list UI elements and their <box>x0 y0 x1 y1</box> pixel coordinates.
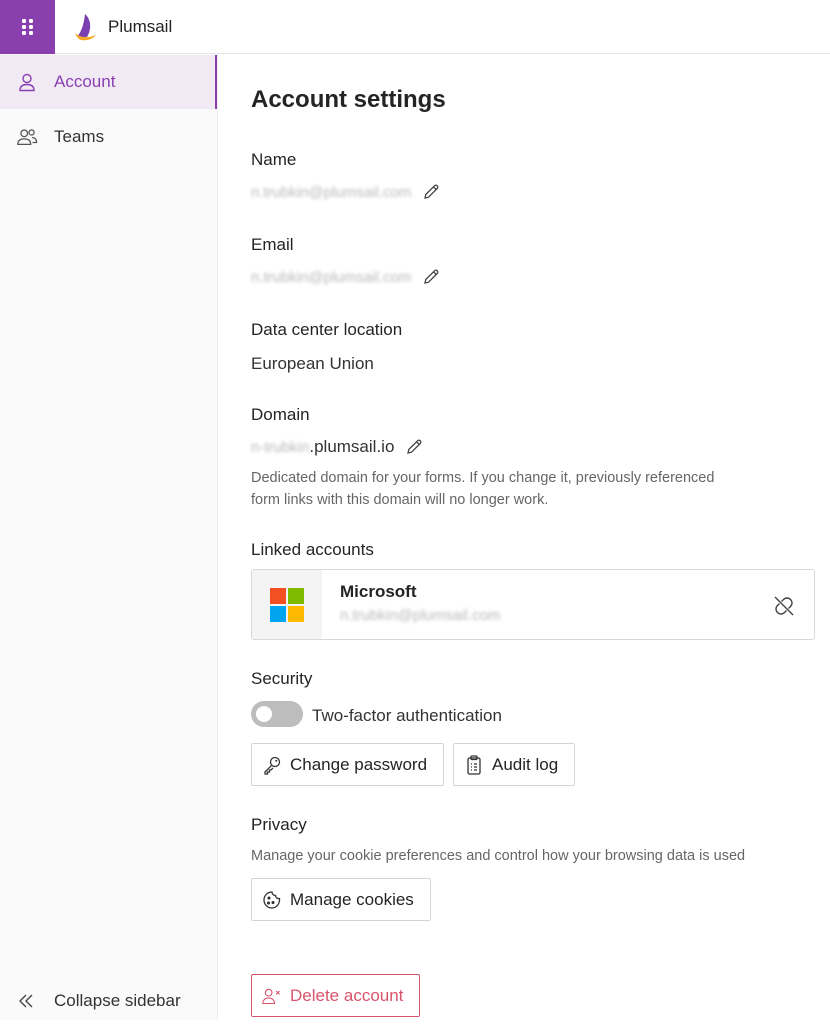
person-icon <box>16 71 38 93</box>
edit-domain-pencil-icon[interactable] <box>404 437 424 457</box>
grid-icon <box>21 19 33 35</box>
domain-helper-text: Dedicated domain for your forms. If you … <box>251 467 771 511</box>
unlink-icon[interactable] <box>772 594 796 618</box>
two-factor-toggle[interactable] <box>251 701 303 727</box>
domain-helper-line-1: Dedicated domain for your forms. If you … <box>251 470 715 486</box>
app-launcher-button[interactable] <box>0 0 55 54</box>
data-center-value: European Union <box>251 354 374 374</box>
two-factor-label: Two-factor authentication <box>312 706 502 725</box>
people-icon <box>16 126 38 148</box>
delete-account-label: Delete account <box>290 985 404 1005</box>
linked-account-provider: Microsoft <box>340 582 417 601</box>
plumsail-logo-icon <box>75 14 96 41</box>
brand[interactable]: Plumsail <box>73 12 172 42</box>
audit-log-label: Audit log <box>492 754 559 774</box>
privacy-label: Privacy <box>251 815 307 834</box>
privacy-description: Manage your cookie preferences and contr… <box>251 848 746 864</box>
data-center-value-text: European Union <box>251 354 374 373</box>
toggle-knob <box>256 706 272 722</box>
edit-email-pencil-icon[interactable] <box>421 267 441 287</box>
edit-name-pencil-icon[interactable] <box>421 182 441 202</box>
linked-account-email: n.trubkin@plumsail.com <box>340 607 501 624</box>
clipboard-icon <box>464 754 484 775</box>
key-icon <box>262 755 282 775</box>
sidebar-item-account[interactable]: Account <box>0 55 217 109</box>
linked-account-info: Microsoft n.trubkin@plumsail.com <box>322 570 814 639</box>
page-title: Account settings <box>251 86 446 113</box>
top-bar: Plumsail <box>0 0 830 54</box>
email-value-row: n.trubkin@plumsail.com <box>251 267 441 287</box>
microsoft-logo-icon <box>252 570 322 639</box>
delete-account-button[interactable]: Delete account <box>251 974 421 1017</box>
domain-suffix: .plumsail.io <box>309 437 395 456</box>
domain-subdomain: n-trubkin <box>251 438 310 456</box>
linked-accounts-label: Linked accounts <box>251 540 374 559</box>
brand-name: Plumsail <box>108 17 173 36</box>
name-value: n.trubkin@plumsail.com <box>251 183 412 201</box>
manage-cookies-label: Manage cookies <box>290 889 414 909</box>
domain-label: Domain <box>251 405 310 424</box>
linked-account-card: Microsoft n.trubkin@plumsail.com <box>251 569 815 640</box>
double-chevron-left-icon <box>16 991 36 1011</box>
remove-user-icon <box>262 986 282 1006</box>
manage-cookies-button[interactable]: Manage cookies <box>251 878 431 921</box>
audit-log-button[interactable]: Audit log <box>453 743 576 786</box>
sidebar-item-label: Teams <box>54 127 105 146</box>
domain-helper-line-2: form links with this domain will no long… <box>251 492 549 508</box>
sidebar: Account Teams Collapse sidebar <box>0 54 218 1020</box>
email-value: n.trubkin@plumsail.com <box>251 268 412 286</box>
domain-value-row: n-trubkin .plumsail.io <box>251 437 424 457</box>
data-center-label: Data center location <box>251 320 403 339</box>
sidebar-item-label: Account <box>54 72 116 91</box>
collapse-sidebar-label: Collapse sidebar <box>54 991 181 1010</box>
sidebar-item-teams[interactable]: Teams <box>0 110 217 164</box>
security-label: Security <box>251 669 313 688</box>
email-label: Email <box>251 235 294 254</box>
cookie-icon <box>262 890 282 910</box>
name-label: Name <box>251 150 297 169</box>
change-password-button[interactable]: Change password <box>251 743 445 786</box>
name-value-row: n.trubkin@plumsail.com <box>251 182 441 202</box>
change-password-label: Change password <box>290 754 428 774</box>
